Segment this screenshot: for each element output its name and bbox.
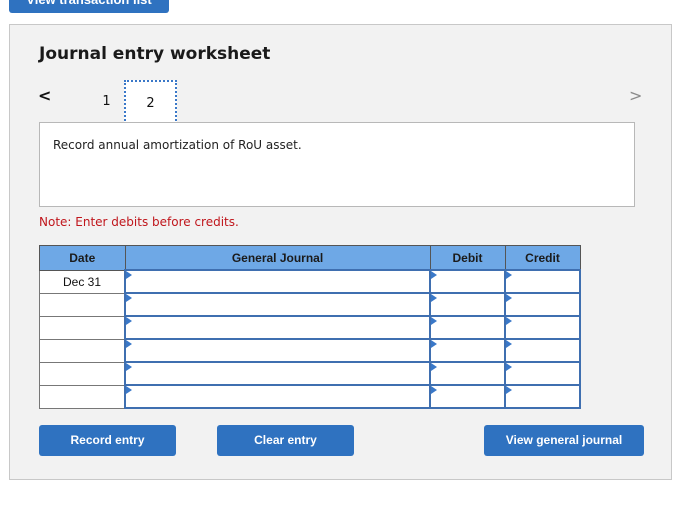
account-input[interactable] (124, 292, 431, 317)
credit-input[interactable] (504, 315, 581, 340)
chevron-right-icon[interactable]: > (629, 86, 642, 105)
table-row (39, 338, 581, 363)
header-credit: Credit (504, 245, 581, 271)
date-cell: Dec 31 (39, 269, 126, 294)
debit-input[interactable] (429, 315, 506, 340)
account-input[interactable] (124, 384, 431, 409)
note-text: Note: Enter debits before credits. (39, 215, 239, 229)
account-input[interactable] (124, 338, 431, 363)
worksheet-title: Journal entry worksheet (39, 44, 271, 64)
table-row: Dec 31 (39, 269, 581, 294)
table-header-row: Date General Journal Debit Credit (39, 245, 581, 271)
header-debit: Debit (429, 245, 506, 271)
table-row (39, 292, 581, 317)
account-input[interactable] (124, 361, 431, 386)
debit-input[interactable] (429, 269, 506, 294)
table-row (39, 384, 581, 409)
table-row (39, 361, 581, 386)
date-cell (39, 338, 126, 363)
header-date: Date (39, 245, 126, 271)
description-text: Record annual amortization of RoU asset. (53, 138, 302, 152)
view-transaction-list-button[interactable]: View transaction list (9, 0, 169, 13)
account-input[interactable] (124, 315, 431, 340)
credit-input[interactable] (504, 338, 581, 363)
tab-2[interactable]: 2 (124, 80, 177, 124)
table-row (39, 315, 581, 340)
chevron-left-icon[interactable]: < (38, 86, 51, 105)
credit-input[interactable] (504, 361, 581, 386)
clear-entry-button[interactable]: Clear entry (217, 425, 354, 456)
debit-input[interactable] (429, 292, 506, 317)
record-entry-button[interactable]: Record entry (39, 425, 176, 456)
credit-input[interactable] (504, 292, 581, 317)
credit-input[interactable] (504, 384, 581, 409)
journal-table: Date General Journal Debit Credit Dec 31 (39, 245, 581, 409)
view-general-journal-button[interactable]: View general journal (484, 425, 644, 456)
account-input[interactable] (124, 269, 431, 294)
date-cell (39, 292, 126, 317)
transaction-description: Record annual amortization of RoU asset. (39, 122, 635, 207)
debit-input[interactable] (429, 384, 506, 409)
date-cell (39, 384, 126, 409)
credit-input[interactable] (504, 269, 581, 294)
date-cell (39, 361, 126, 386)
date-cell (39, 315, 126, 340)
debit-input[interactable] (429, 361, 506, 386)
journal-entry-worksheet-panel: Journal entry worksheet < 1 2 > Record a… (9, 24, 672, 480)
header-general-journal: General Journal (124, 245, 431, 271)
debit-input[interactable] (429, 338, 506, 363)
